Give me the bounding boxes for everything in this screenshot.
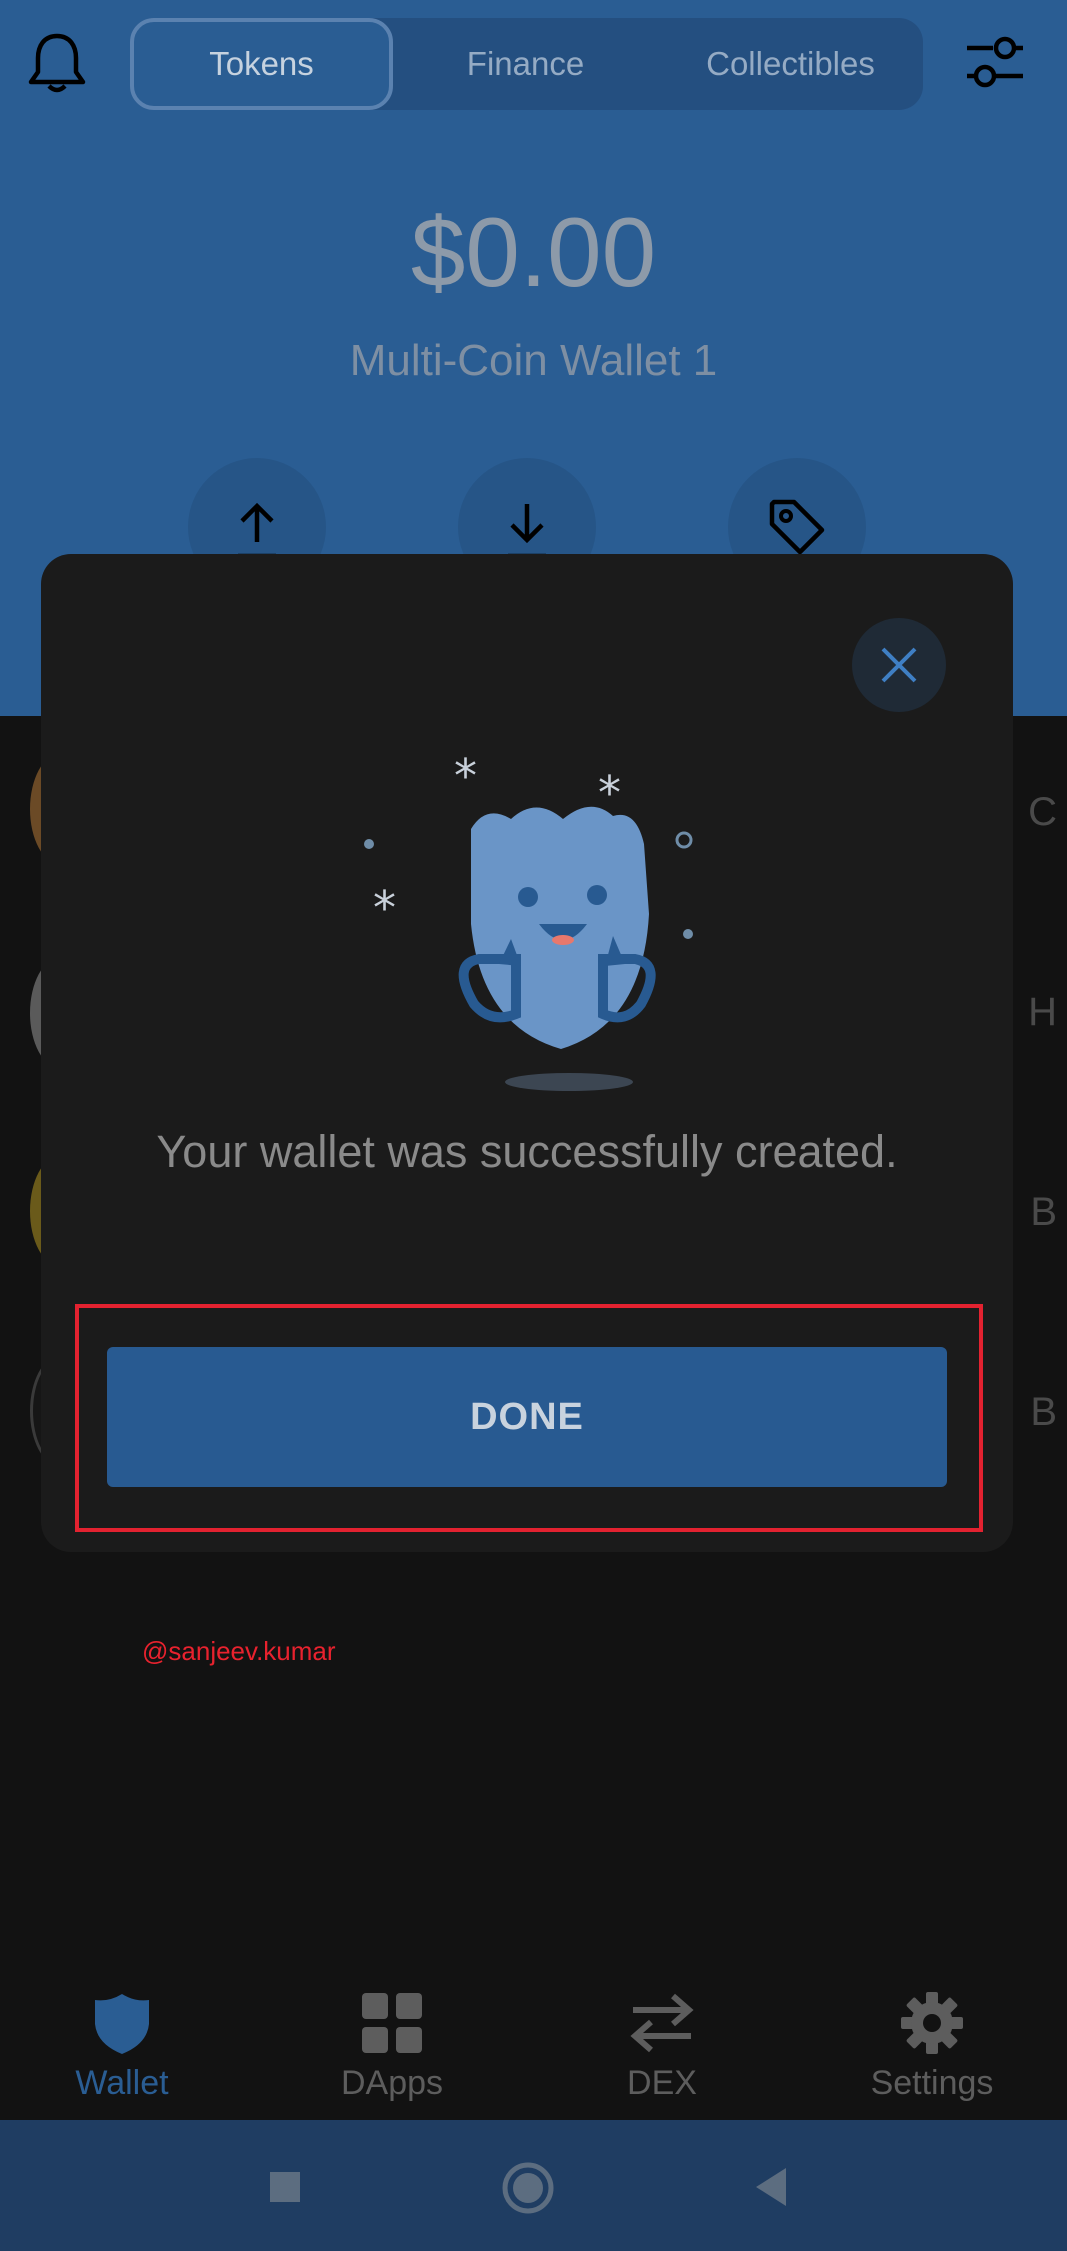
nav-dapps[interactable]: DApps [282,1990,502,2120]
close-button[interactable] [852,618,946,712]
nav-settings-label: Settings [870,2064,994,2102]
shield-icon [95,1994,149,2054]
nav-dex[interactable]: DEX [552,1990,772,2120]
nav-dapps-label: DApps [340,2064,444,2102]
tab-finance[interactable]: Finance [393,18,658,110]
svg-text:*: * [454,749,477,803]
token-row-edge: C [1028,790,1057,834]
nav-wallet[interactable]: Wallet [12,1990,232,2120]
token-row-edge: B [1030,1190,1057,1234]
wallet-created-dialog: * * * Your wallet was successfully creat… [41,554,1013,1552]
bottom-navigation: Wallet DApps DEX Settings [0,1960,1067,2120]
tab-collectibles[interactable]: Collectibles [658,18,923,110]
bell-icon[interactable] [26,30,88,96]
gear-icon [901,1992,963,2054]
nav-dex-label: DEX [627,2064,697,2102]
filter-settings-icon[interactable] [963,30,1027,94]
system-navigation-bar [0,2120,1067,2251]
token-row-edge: B [1030,1390,1057,1434]
token-row-edge: H [1028,990,1057,1034]
wallet-name[interactable]: Multi-Coin Wallet 1 [0,336,1067,386]
total-balance: $0.00 [410,197,657,307]
tab-tokens[interactable]: Tokens [130,18,393,110]
grid-icon [362,1993,422,2053]
shield-mascot-illustration: * * * [364,749,693,1091]
send-icon [238,502,276,559]
close-icon [881,647,917,683]
tag-icon [769,499,825,555]
done-button[interactable]: DONE [107,1347,947,1487]
svg-text:*: * [373,881,396,935]
asset-tabs: Tokens Finance Collectibles [130,18,923,110]
nav-settings[interactable]: Settings [822,1990,1042,2120]
nav-wallet-label: Wallet [75,2064,169,2102]
back-icon[interactable] [746,2160,800,2214]
home-icon[interactable] [500,2160,556,2216]
recents-icon[interactable] [258,2160,312,2214]
watermark-text: @sanjeev.kumar [142,1636,336,1666]
success-message: Your wallet was successfully created. [156,1126,898,1177]
receive-icon [508,504,546,559]
swap-icon [630,1993,694,2053]
